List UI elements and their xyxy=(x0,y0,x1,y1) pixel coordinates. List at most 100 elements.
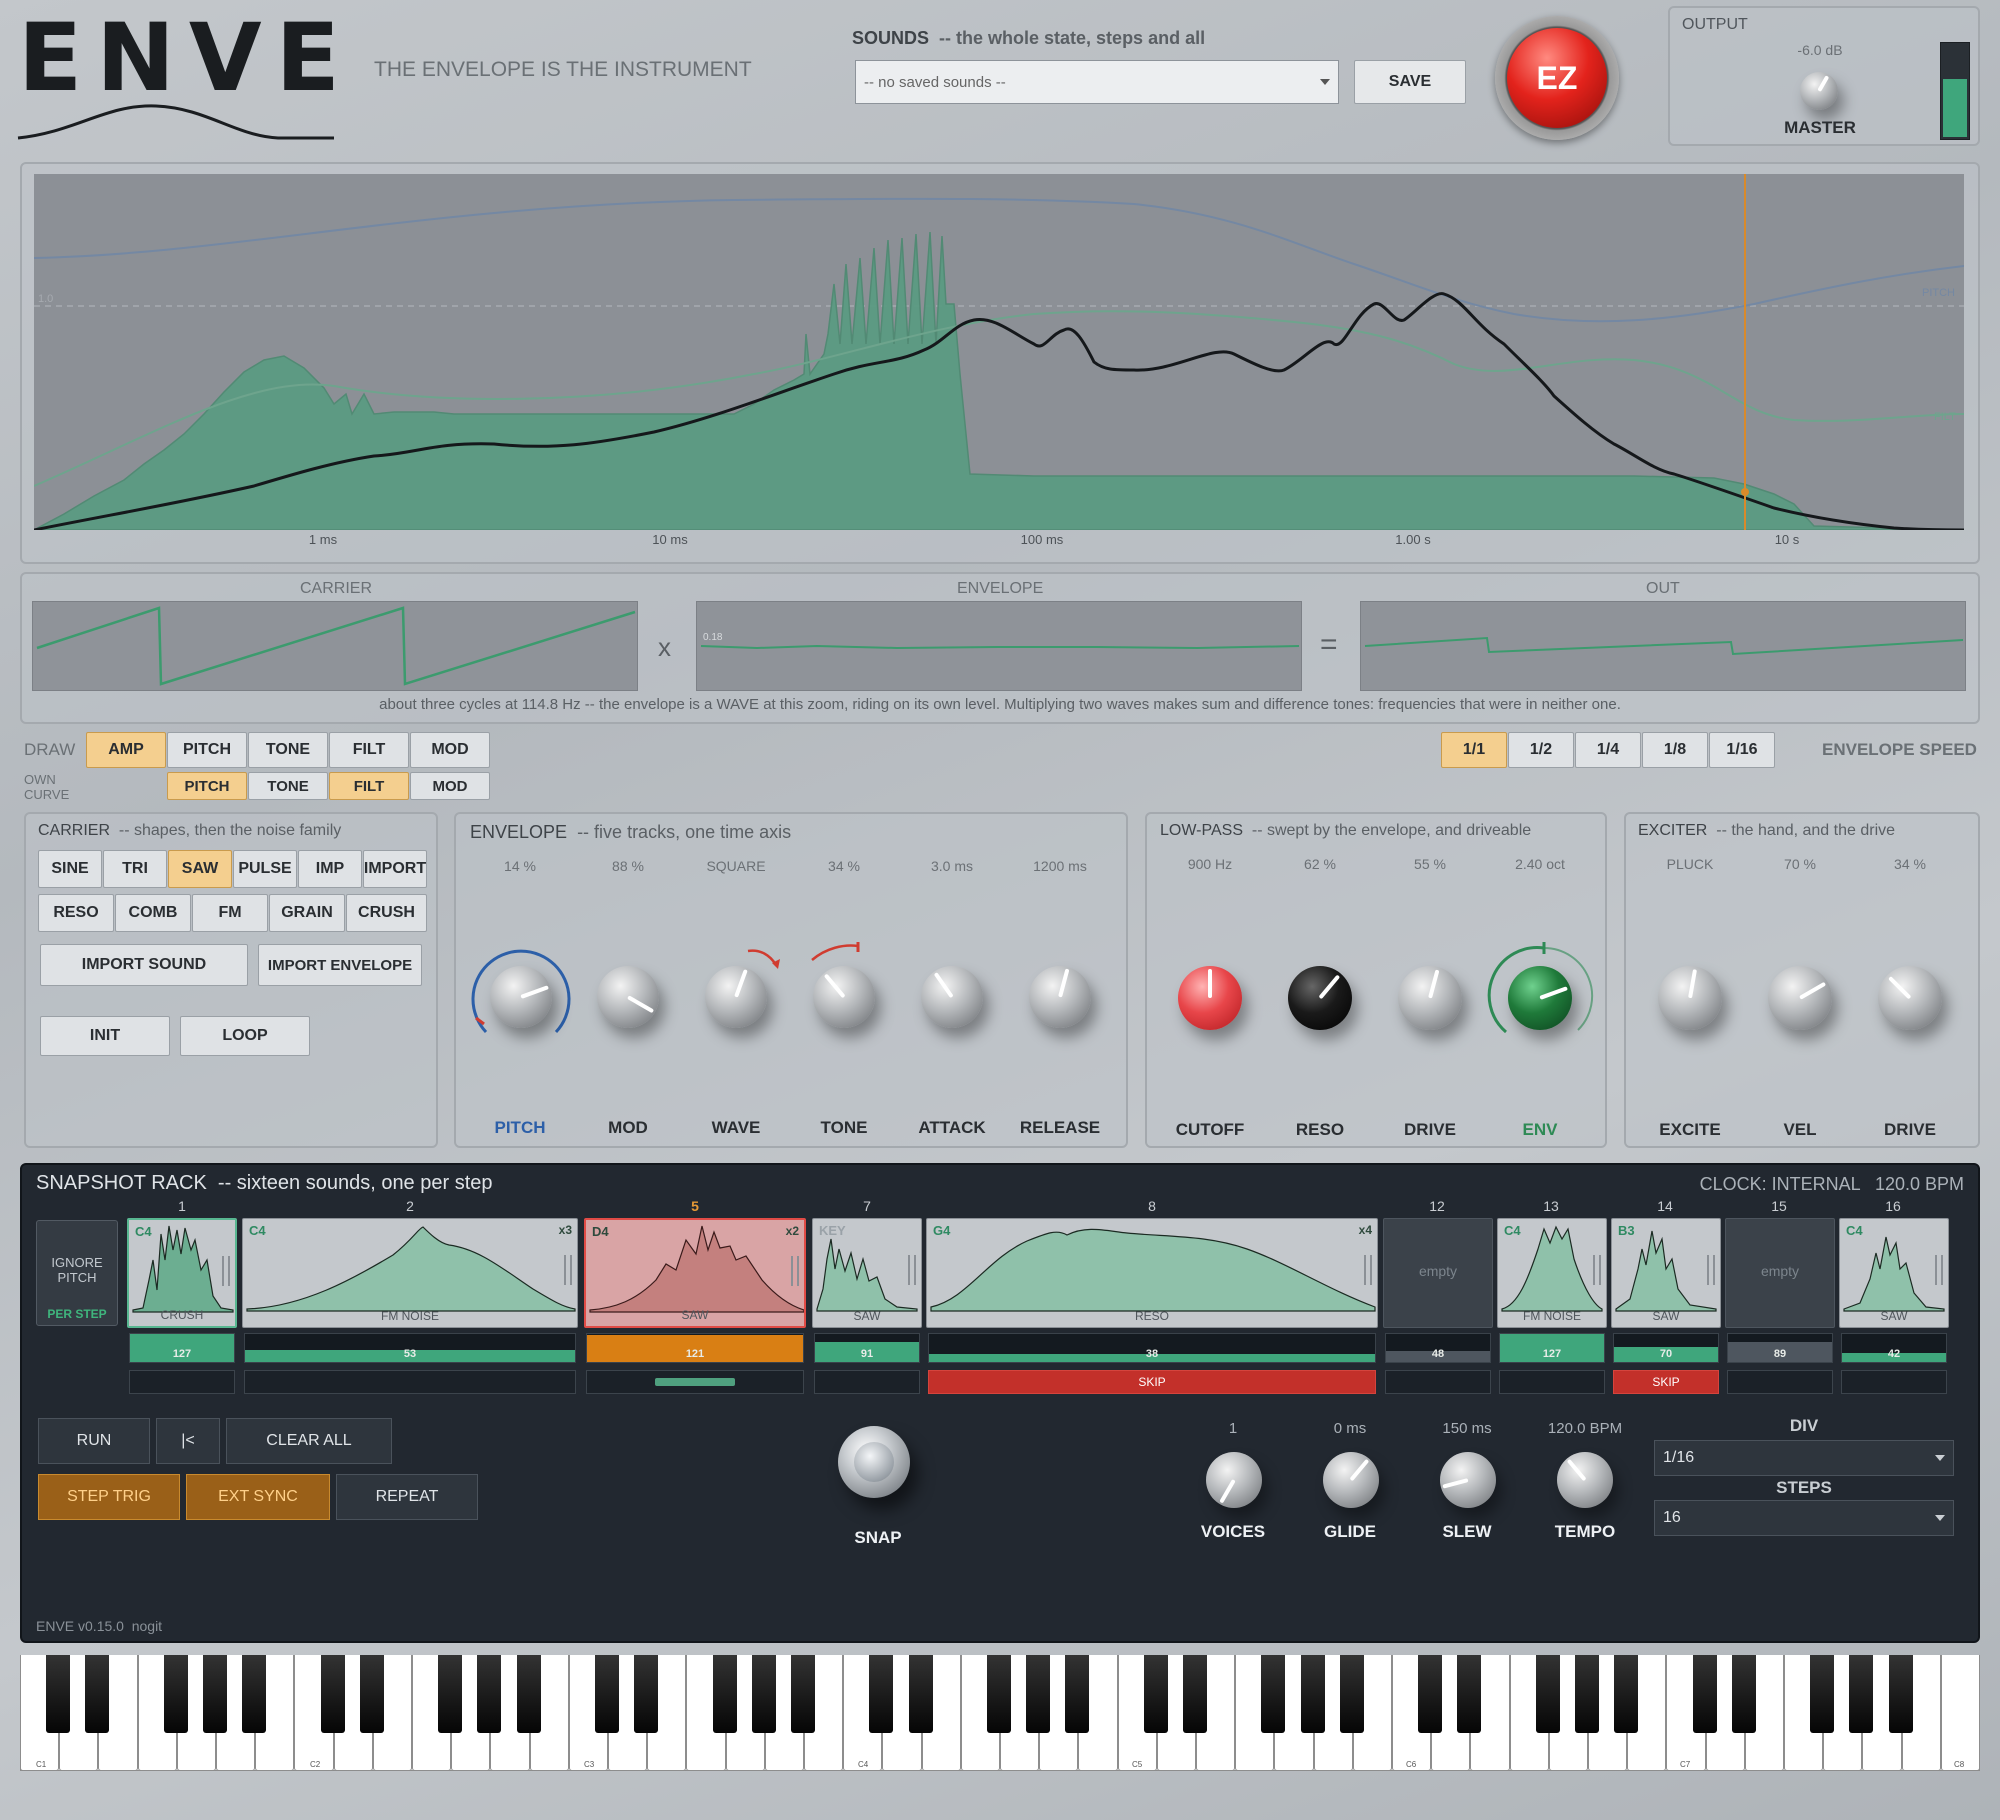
step-action-skip[interactable]: SKIP xyxy=(928,1370,1376,1394)
carrier-comb-button[interactable]: COMB xyxy=(115,894,191,932)
black-key[interactable] xyxy=(1692,1655,1717,1733)
tempo-knob[interactable] xyxy=(1557,1452,1613,1508)
excite-knob[interactable] xyxy=(1658,966,1722,1030)
carrier-grain-button[interactable]: GRAIN xyxy=(269,894,345,932)
black-key[interactable] xyxy=(163,1655,188,1733)
draw-amp-button[interactable]: AMP xyxy=(86,732,166,768)
step-action[interactable] xyxy=(1499,1370,1605,1394)
envelope-plot[interactable]: 1.0 PITCH FILT xyxy=(33,174,1965,532)
voices-knob[interactable] xyxy=(1206,1452,1262,1508)
velocity-bar[interactable]: 70 xyxy=(1613,1333,1719,1363)
black-key[interactable] xyxy=(242,1655,267,1733)
velocity-bar[interactable]: 38 xyxy=(928,1333,1376,1363)
env-mod-knob[interactable] xyxy=(597,966,659,1028)
slew-knob[interactable] xyxy=(1440,1452,1496,1508)
import-sound-button[interactable]: IMPORT SOUND xyxy=(40,944,248,986)
env-pitch-knob[interactable] xyxy=(490,966,552,1028)
draw-pitch-button[interactable]: PITCH xyxy=(167,732,247,768)
black-key[interactable] xyxy=(1261,1655,1286,1733)
save-button[interactable]: SAVE xyxy=(1354,60,1466,104)
carrier-crush-button[interactable]: CRUSH xyxy=(346,894,427,932)
step-tile-14[interactable]: B3 SAW xyxy=(1611,1218,1721,1328)
carrier-pulse-button[interactable]: PULSE xyxy=(233,850,297,888)
step-tile-15[interactable]: empty xyxy=(1725,1218,1835,1328)
step-action[interactable] xyxy=(1727,1370,1833,1394)
carrier-tri-button[interactable]: TRI xyxy=(103,850,167,888)
step-tile-5[interactable]: D4 x2 SAW xyxy=(584,1218,806,1328)
black-key[interactable] xyxy=(987,1655,1011,1733)
speed-1-2-button[interactable]: 1/2 xyxy=(1508,732,1574,768)
black-key[interactable] xyxy=(595,1655,619,1733)
black-key[interactable] xyxy=(1888,1655,1913,1733)
black-key[interactable] xyxy=(85,1655,110,1733)
black-key[interactable] xyxy=(712,1655,737,1733)
step-tile-16[interactable]: C4 SAW xyxy=(1839,1218,1949,1328)
master-knob[interactable] xyxy=(1800,72,1838,110)
own-pitch-toggle[interactable]: PITCH xyxy=(167,772,247,800)
speed-1-1-button[interactable]: 1/1 xyxy=(1441,732,1507,768)
reso-knob[interactable] xyxy=(1288,966,1352,1030)
step-tile-8[interactable]: G4 x4 RESO xyxy=(926,1218,1378,1328)
steps-select[interactable]: 16 xyxy=(1654,1500,1954,1536)
black-key[interactable] xyxy=(46,1655,71,1733)
step-action[interactable] xyxy=(129,1370,235,1394)
sounds-select[interactable]: -- no saved sounds -- xyxy=(855,60,1339,104)
velocity-bar[interactable]: 48 xyxy=(1385,1333,1491,1363)
step-action[interactable] xyxy=(1841,1370,1947,1394)
step-tile-13[interactable]: C4 FM NOISE xyxy=(1497,1218,1607,1328)
clear-all-button[interactable]: CLEAR ALL xyxy=(226,1418,392,1464)
step-tile-2[interactable]: C4 x3 FM NOISE xyxy=(242,1218,578,1328)
div-select[interactable]: 1/16 xyxy=(1654,1440,1954,1476)
ez-button[interactable]: EZ xyxy=(1495,16,1619,140)
snap-button[interactable] xyxy=(838,1426,910,1498)
black-key[interactable] xyxy=(1575,1655,1599,1733)
carrier-saw-button[interactable]: SAW xyxy=(168,850,232,888)
black-key[interactable] xyxy=(359,1655,384,1733)
black-key[interactable] xyxy=(438,1655,463,1733)
draw-tone-button[interactable]: TONE xyxy=(248,732,328,768)
black-key[interactable] xyxy=(516,1655,541,1733)
black-key[interactable] xyxy=(1418,1655,1443,1733)
black-key[interactable] xyxy=(1849,1655,1874,1733)
ext-sync-toggle[interactable]: EXT SYNC xyxy=(186,1474,330,1520)
step-action[interactable] xyxy=(1385,1370,1491,1394)
step-tile-12[interactable]: empty xyxy=(1383,1218,1493,1328)
carrier-reso-button[interactable]: RESO xyxy=(38,894,114,932)
env-release-knob[interactable] xyxy=(1029,966,1091,1028)
carrier-sine-button[interactable]: SINE xyxy=(38,850,102,888)
exciter-drive-knob[interactable] xyxy=(1878,966,1942,1030)
own-mod-toggle[interactable]: MOD xyxy=(410,772,490,800)
speed-1-8-button[interactable]: 1/8 xyxy=(1642,732,1708,768)
repeat-button[interactable]: REPEAT xyxy=(336,1474,478,1520)
black-key[interactable] xyxy=(1731,1655,1756,1733)
black-key[interactable] xyxy=(477,1655,502,1733)
black-key[interactable] xyxy=(791,1655,815,1733)
step-action[interactable] xyxy=(814,1370,920,1394)
step-action[interactable] xyxy=(586,1370,804,1394)
init-button[interactable]: INIT xyxy=(40,1016,170,1056)
step-trig-toggle[interactable]: STEP TRIG xyxy=(38,1474,180,1520)
black-key[interactable] xyxy=(869,1655,894,1733)
env-tone-knob[interactable] xyxy=(813,966,875,1028)
black-key[interactable] xyxy=(1183,1655,1207,1733)
carrier-imp-button[interactable]: IMP xyxy=(298,850,362,888)
black-key[interactable] xyxy=(1535,1655,1560,1733)
step-action-skip[interactable]: SKIP xyxy=(1613,1370,1719,1394)
drive-knob[interactable] xyxy=(1398,966,1462,1030)
env-attack-knob[interactable] xyxy=(921,966,983,1028)
black-key[interactable] xyxy=(1810,1655,1835,1733)
rewind-button[interactable]: |< xyxy=(156,1418,220,1464)
run-button[interactable]: RUN xyxy=(38,1418,150,1464)
env-amount-knob[interactable] xyxy=(1508,966,1572,1030)
black-key[interactable] xyxy=(320,1655,345,1733)
ignore-pitch-toggle[interactable]: IGNORE PITCH PER STEP xyxy=(36,1220,118,1326)
draw-mod-button[interactable]: MOD xyxy=(410,732,490,768)
glide-knob[interactable] xyxy=(1323,1452,1379,1508)
vel-knob[interactable] xyxy=(1768,966,1832,1030)
draw-filt-button[interactable]: FILT xyxy=(329,732,409,768)
black-key[interactable] xyxy=(1065,1655,1090,1733)
speed-1-16-button[interactable]: 1/16 xyxy=(1709,732,1775,768)
speed-1-4-button[interactable]: 1/4 xyxy=(1575,732,1641,768)
own-tone-toggle[interactable]: TONE xyxy=(248,772,328,800)
velocity-bar[interactable]: 91 xyxy=(814,1333,920,1363)
